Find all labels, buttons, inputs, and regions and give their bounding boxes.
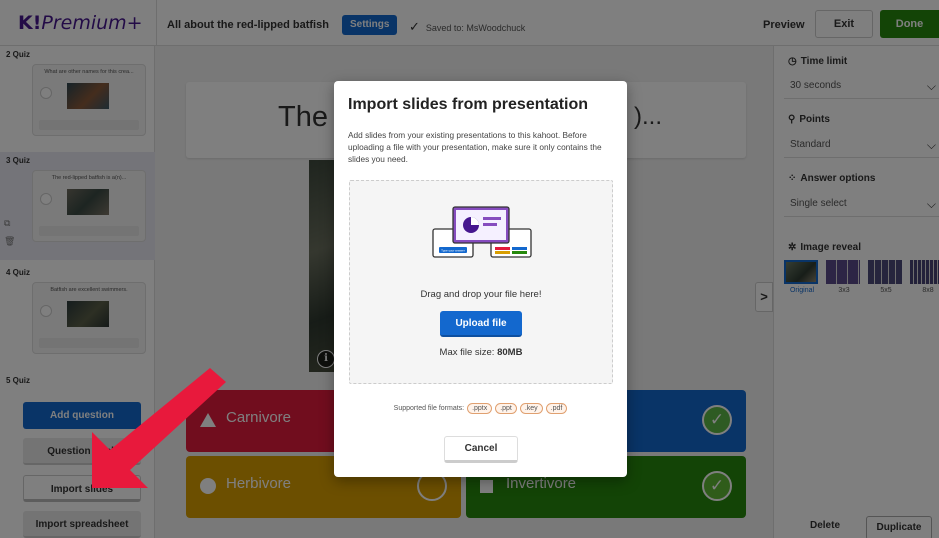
import-slides-modal: Import slides from presentation Add slid… xyxy=(334,81,627,477)
formats-label: Supported file formats: xyxy=(393,405,465,412)
presentation-illustration-icon: Type your answer xyxy=(432,206,532,258)
format-badge-ppt: .ppt xyxy=(495,403,517,414)
format-badge-key: .key xyxy=(519,403,543,414)
format-badge-pptx: .pptx xyxy=(467,403,493,414)
format-badge-pdf: .pdf xyxy=(545,403,568,414)
drop-instructions: Drag and drop your file here! xyxy=(420,289,542,300)
cancel-button[interactable]: Cancel xyxy=(444,436,518,463)
modal-title: Import slides from presentation xyxy=(348,96,589,113)
file-drop-zone[interactable]: Type your answer Drag and drop your file… xyxy=(349,180,613,384)
modal-description: Add slides from your existing presentati… xyxy=(348,130,602,164)
max-size-value: 80MB xyxy=(497,347,523,358)
upload-file-button[interactable]: Upload file xyxy=(440,311,522,337)
illustration-caption: Type your answer xyxy=(441,249,465,253)
supported-formats: Supported file formats: .pptx .ppt .key … xyxy=(334,403,627,414)
max-file-size: Max file size: 80MB xyxy=(350,347,612,358)
max-size-label: Max file size: xyxy=(439,347,498,358)
